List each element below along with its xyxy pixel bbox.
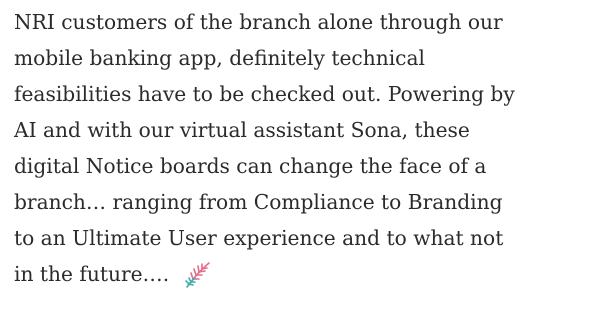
article-paragraph: NRI customers of the branch alone throug…	[14, 4, 594, 292]
paragraph-line: branch… ranging from Compliance to Brand…	[14, 190, 503, 214]
paragraph-line: mobile banking app, definitely technical	[14, 46, 425, 70]
paragraph-line: digital Notice boards can change the fac…	[14, 154, 487, 178]
paragraph-line: NRI customers of the branch alone throug…	[14, 10, 503, 34]
leaf-icon	[183, 259, 213, 289]
paragraph-line: AI and with our virtual assistant Sona, …	[14, 118, 470, 142]
paragraph-line: in the future….	[14, 262, 170, 286]
paragraph-line: to an Ultimate User experience and to wh…	[14, 226, 504, 250]
paragraph-line: feasibilities have to be checked out. Po…	[14, 82, 515, 106]
paragraph-last-line: in the future….	[14, 256, 594, 292]
